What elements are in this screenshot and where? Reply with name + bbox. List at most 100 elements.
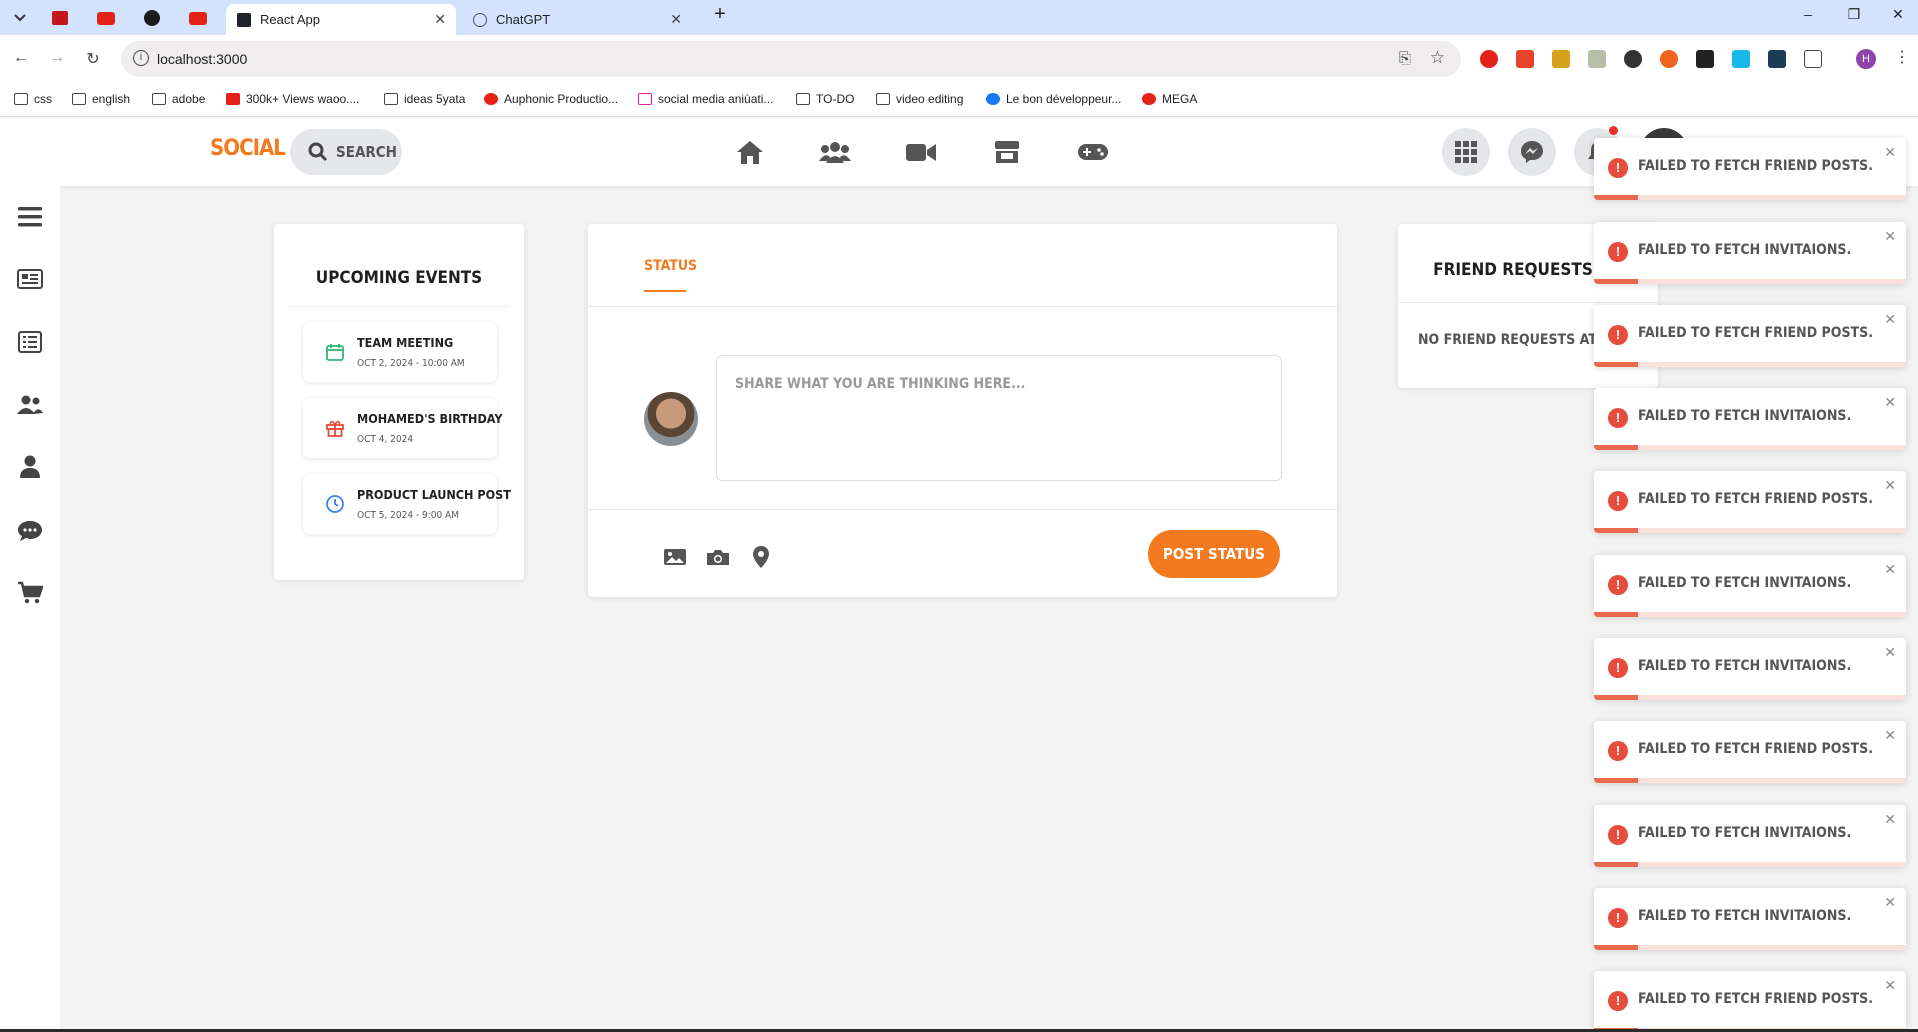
- extension-3-icon[interactable]: [1552, 50, 1570, 68]
- close-icon[interactable]: ✕: [1884, 561, 1896, 578]
- error-toast[interactable]: ! FAILED TO FETCH FRIEND POSTS. ✕: [1594, 971, 1906, 1032]
- apps-grid-button[interactable]: [1442, 128, 1490, 176]
- bookmark-folder[interactable]: video editing: [876, 92, 963, 106]
- bookmark-link[interactable]: 300k+ Views waoo....: [226, 92, 360, 106]
- comment-icon[interactable]: [16, 518, 44, 544]
- opera-extension-icon[interactable]: [1480, 50, 1498, 68]
- newspaper-icon[interactable]: [16, 266, 44, 292]
- event-item[interactable]: PRODUCT LAUNCH POST OCT 5, 2024 - 9:00 A…: [303, 474, 511, 534]
- tab-react-app[interactable]: React App ✕: [226, 4, 456, 35]
- close-tab-icon[interactable]: ✕: [670, 11, 682, 28]
- bookmark-link[interactable]: Le bon développeur...: [986, 92, 1121, 106]
- download-extension-icon[interactable]: [1516, 50, 1534, 68]
- divider: [588, 509, 1337, 510]
- search-button[interactable]: SEARCH: [290, 129, 402, 175]
- bookmark-link[interactable]: MEGA: [1142, 92, 1197, 106]
- error-toast[interactable]: ! FAILED TO FETCH INVITAIONS. ✕: [1594, 638, 1906, 700]
- bookmark-link[interactable]: Auphonic Productio...: [484, 92, 618, 106]
- error-toast[interactable]: ! FAILED TO FETCH INVITAIONS. ✕: [1594, 222, 1906, 284]
- close-tab-icon[interactable]: ✕: [434, 11, 446, 28]
- new-tab-button[interactable]: +: [700, 3, 740, 26]
- close-icon[interactable]: ✕: [1884, 228, 1896, 245]
- home-icon[interactable]: [733, 138, 767, 166]
- status-textarea[interactable]: SHARE WHAT YOU ARE THINKING HERE...: [716, 355, 1282, 481]
- toast-progress-track: [1594, 528, 1906, 533]
- close-icon[interactable]: ✕: [1884, 644, 1896, 661]
- extension-9-icon[interactable]: [1768, 50, 1786, 68]
- error-toast[interactable]: ! FAILED TO FETCH FRIEND POSTS. ✕: [1594, 138, 1906, 200]
- back-arrow-icon[interactable]: ←: [10, 49, 32, 67]
- user-icon[interactable]: [16, 454, 44, 480]
- error-toast[interactable]: ! FAILED TO FETCH FRIEND POSTS. ✕: [1594, 721, 1906, 783]
- tab-search-chevron-icon[interactable]: [10, 8, 30, 28]
- pinned-tab-youtube-2-icon[interactable]: [188, 8, 208, 28]
- post-status-button[interactable]: POST STATUS: [1148, 530, 1280, 578]
- event-item[interactable]: MOHAMED'S BIRTHDAY OCT 4, 2024: [303, 398, 502, 458]
- messenger-button[interactable]: [1508, 128, 1556, 176]
- reload-icon[interactable]: ↻: [82, 49, 104, 69]
- install-app-icon[interactable]: ⎘: [1399, 50, 1411, 67]
- close-icon[interactable]: ✕: [1884, 727, 1896, 744]
- toast-progress-bar: [1594, 279, 1638, 284]
- minimize-button[interactable]: –: [1788, 6, 1828, 22]
- cart-icon[interactable]: [16, 580, 44, 606]
- close-icon[interactable]: ✕: [1884, 977, 1896, 994]
- bookmark-folder[interactable]: ideas 5yata: [384, 92, 465, 106]
- profile-avatar[interactable]: H: [1856, 49, 1876, 69]
- menu-kebab-icon[interactable]: ⋮: [1894, 47, 1910, 67]
- pinned-tab-mongodb-icon[interactable]: [142, 8, 162, 28]
- url-text[interactable]: localhost:3000: [157, 51, 247, 67]
- error-toast[interactable]: ! FAILED TO FETCH INVITAIONS. ✕: [1594, 888, 1906, 950]
- extension-7-icon[interactable]: [1696, 50, 1714, 68]
- bookmark-folder[interactable]: css: [14, 92, 52, 106]
- error-toast[interactable]: ! FAILED TO FETCH FRIEND POSTS. ✕: [1594, 305, 1906, 367]
- close-icon[interactable]: ✕: [1884, 144, 1896, 161]
- pinned-tab-youtube-icon[interactable]: [96, 8, 116, 28]
- store-icon[interactable]: [990, 138, 1024, 166]
- bookmark-link[interactable]: social media aniùati...: [638, 92, 773, 106]
- event-item[interactable]: TEAM MEETING OCT 2, 2024 - 10:00 AM: [303, 322, 497, 382]
- forward-arrow-icon[interactable]: →: [46, 49, 68, 67]
- menu-hamburger-icon[interactable]: [16, 204, 44, 230]
- close-icon[interactable]: ✕: [1884, 394, 1896, 411]
- close-icon[interactable]: ✕: [1884, 311, 1896, 328]
- close-icon[interactable]: ✕: [1884, 894, 1896, 911]
- event-date: OCT 4, 2024: [357, 434, 414, 445]
- toast-progress-bar: [1594, 862, 1638, 867]
- error-toast[interactable]: ! FAILED TO FETCH INVITAIONS. ✕: [1594, 555, 1906, 617]
- image-icon[interactable]: [662, 544, 688, 570]
- location-pin-icon[interactable]: [748, 544, 774, 570]
- extensions-puzzle-icon[interactable]: [1804, 50, 1822, 68]
- video-icon[interactable]: [904, 138, 938, 166]
- extension-4-icon[interactable]: [1588, 50, 1606, 68]
- bookmark-star-icon[interactable]: ☆: [1430, 48, 1445, 68]
- friends-icon[interactable]: [818, 138, 852, 166]
- toast-message: FAILED TO FETCH INVITAIONS.: [1638, 408, 1852, 424]
- bookmark-folder[interactable]: adobe: [152, 92, 205, 106]
- tab-status[interactable]: STATUS: [644, 258, 697, 274]
- extension-6-icon[interactable]: [1660, 50, 1678, 68]
- list-icon[interactable]: [16, 329, 44, 355]
- app-logo[interactable]: SOCIAL: [210, 136, 286, 161]
- url-omnibox[interactable]: i localhost:3000 ⎘ ☆: [121, 41, 1461, 77]
- extension-5-icon[interactable]: [1624, 50, 1642, 68]
- tab-chatgpt[interactable]: ChatGPT ✕: [462, 4, 692, 35]
- camera-icon[interactable]: [705, 544, 731, 570]
- users-icon[interactable]: [16, 392, 44, 418]
- error-toast[interactable]: ! FAILED TO FETCH INVITAIONS. ✕: [1594, 388, 1906, 450]
- gaming-icon[interactable]: [1076, 138, 1110, 166]
- close-window-button[interactable]: ✕: [1878, 6, 1918, 23]
- pinned-tab-1-icon[interactable]: [50, 8, 70, 28]
- close-icon[interactable]: ✕: [1884, 477, 1896, 494]
- error-icon: !: [1608, 991, 1628, 1011]
- error-toast[interactable]: ! FAILED TO FETCH FRIEND POSTS. ✕: [1594, 471, 1906, 533]
- restore-button[interactable]: ❐: [1834, 6, 1874, 23]
- avatar[interactable]: [644, 392, 698, 446]
- close-icon[interactable]: ✕: [1884, 811, 1896, 828]
- bookmark-folder[interactable]: TO-DO: [796, 92, 854, 106]
- site-info-icon[interactable]: i: [133, 50, 149, 66]
- vimeo-extension-icon[interactable]: [1732, 50, 1750, 68]
- error-toast[interactable]: ! FAILED TO FETCH INVITAIONS. ✕: [1594, 805, 1906, 867]
- folder-icon: [152, 93, 166, 105]
- bookmark-folder[interactable]: english: [72, 92, 130, 106]
